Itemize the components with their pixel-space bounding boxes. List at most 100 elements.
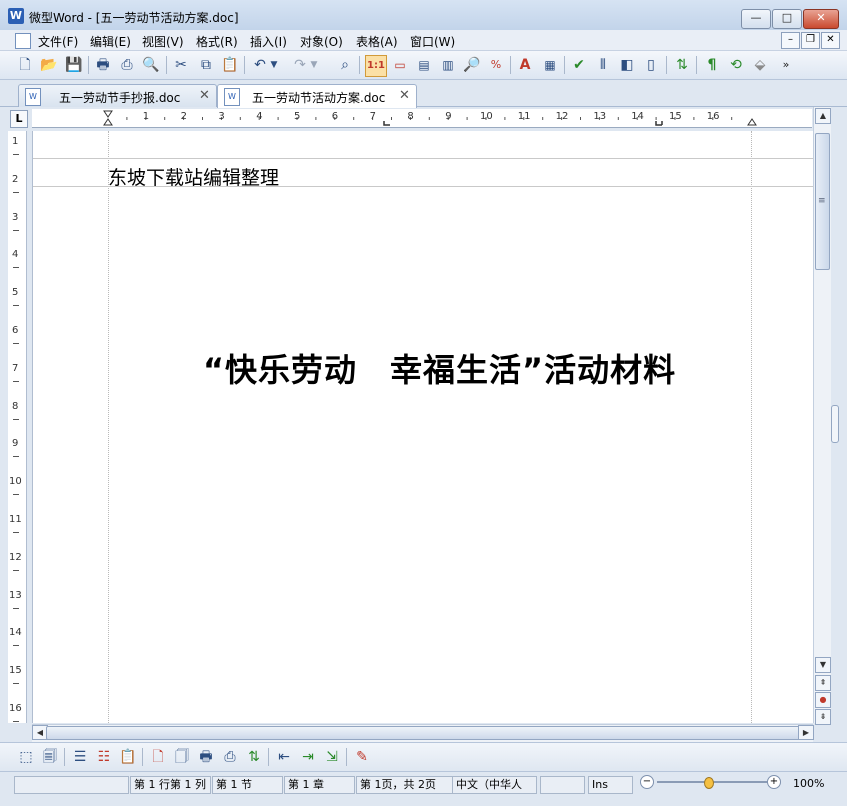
ruler-tick xyxy=(13,229,19,231)
menu-view[interactable]: 视图(V) xyxy=(142,33,184,50)
ruler-number: 9 xyxy=(445,111,452,122)
next-page-button[interactable]: ⇟ xyxy=(815,709,831,725)
tab-document-1[interactable]: W 五一劳动节手抄报.doc ✕ xyxy=(18,84,217,107)
status-section: 第 1 节 xyxy=(212,776,283,794)
status-page: 第 1页，共 2页 xyxy=(356,776,453,794)
splitter-handle[interactable] xyxy=(831,405,839,443)
ruler-tick xyxy=(13,607,19,609)
tab-label: 五一劳动节活动方案.doc xyxy=(252,91,386,105)
cut-icon[interactable]: ✂ xyxy=(171,55,191,75)
mdi-minimize-button[interactable]: – xyxy=(781,32,800,49)
menu-file[interactable]: 文件(F) xyxy=(38,33,78,50)
tab-stop-marker xyxy=(655,121,663,126)
insert-page-number-icon[interactable]: 🗍 xyxy=(172,747,192,767)
maximize-button[interactable]: □ xyxy=(772,9,802,29)
undo-icon[interactable]: ↶ xyxy=(250,55,270,75)
text-box-icon[interactable]: ▯ xyxy=(641,55,661,75)
zoom-in-button[interactable]: + xyxy=(767,775,781,789)
ruler-tick xyxy=(13,418,19,420)
tab-stop-selector[interactable]: L xyxy=(10,110,28,128)
redo-dropdown-icon[interactable]: ▼ xyxy=(308,55,320,75)
vertical-ruler[interactable]: 1 2 3 4 5 6 7 8 9 10 11 12 13 14 15 16 xyxy=(8,131,27,723)
insert-page-icon[interactable]: 🗋 xyxy=(148,747,168,767)
scroll-up-button[interactable]: ▲ xyxy=(815,108,831,124)
status-insert-mode[interactable]: Ins xyxy=(588,776,633,794)
ruler-number: 13 xyxy=(593,111,607,122)
page-setup-icon[interactable]: 🗐 xyxy=(40,747,60,767)
close-window-button[interactable]: ✕ xyxy=(803,9,839,29)
export-pdf-icon[interactable]: ⎙ xyxy=(117,55,137,75)
open-folder-icon[interactable]: 📂 xyxy=(39,55,59,75)
menu-object[interactable]: 对象(O) xyxy=(300,33,343,50)
word-app-icon[interactable]: W xyxy=(8,8,24,24)
ruler-number: 6 xyxy=(12,325,19,336)
paragraph-format-icon[interactable]: ▦ xyxy=(540,55,560,75)
ruler-tick xyxy=(13,683,19,685)
font-color-icon[interactable]: A xyxy=(515,55,535,75)
save-icon[interactable]: 💾 xyxy=(64,55,84,75)
find-binoculars-icon[interactable]: ⌕ xyxy=(335,55,355,75)
print-page-icon[interactable]: 🖶 xyxy=(196,747,216,767)
menu-edit[interactable]: 编辑(E) xyxy=(90,33,131,50)
menu-insert[interactable]: 插入(I) xyxy=(250,33,287,50)
whole-page-icon[interactable]: ▤ xyxy=(414,55,434,75)
go-next-icon[interactable]: ⇥ xyxy=(298,747,318,767)
zoom-percent-icon[interactable]: % xyxy=(486,55,506,75)
columns-icon[interactable]: ⫴ xyxy=(593,55,613,75)
numbered-list-icon[interactable]: ☷ xyxy=(94,747,114,767)
select-object-icon[interactable]: ⬚ xyxy=(16,747,36,767)
horizontal-scroll-thumb[interactable] xyxy=(46,726,800,740)
shadow-icon[interactable]: ◧ xyxy=(617,55,637,75)
mdi-restore-button[interactable]: ❐ xyxy=(801,32,820,49)
print-preview-icon[interactable]: 🔍 xyxy=(141,55,161,75)
convert-icon[interactable]: ⇅ xyxy=(672,55,692,75)
menu-format[interactable]: 格式(R) xyxy=(196,33,238,50)
scroll-right-button[interactable]: ▶ xyxy=(798,725,814,740)
minimize-button[interactable]: — xyxy=(741,9,771,29)
print-icon[interactable]: 🖶 xyxy=(93,55,113,75)
undo-dropdown-icon[interactable]: ▼ xyxy=(268,55,280,75)
sync-icon[interactable]: ⇅ xyxy=(244,747,264,767)
layers-icon[interactable]: ⬙ xyxy=(750,55,770,75)
zoom-out-button[interactable]: − xyxy=(640,775,654,789)
mdi-close-button[interactable]: ✕ xyxy=(821,32,840,49)
actual-size-icon[interactable]: 1:1 xyxy=(365,55,387,77)
select-browse-object-button[interactable]: ● xyxy=(815,692,831,708)
tab-close-icon[interactable]: ✕ xyxy=(399,88,410,103)
menu-window[interactable]: 窗口(W) xyxy=(410,33,455,50)
paste-icon[interactable]: 📋 xyxy=(220,55,240,75)
go-end-icon[interactable]: ⇲ xyxy=(322,747,342,767)
zoom-slider-knob[interactable] xyxy=(704,777,714,789)
horizontal-ruler[interactable]: 1 2 3 4 5 6 7 8 9 10 11 12 13 14 15 16 xyxy=(32,109,812,128)
list-icon[interactable]: ☰ xyxy=(70,747,90,767)
redo-icon[interactable]: ↷ xyxy=(290,55,310,75)
spell-check-icon[interactable]: ✔ xyxy=(569,55,589,75)
toolbar-separator xyxy=(244,56,245,74)
ruler-tick xyxy=(13,343,19,344)
show-marks-icon[interactable]: ¶ xyxy=(702,55,722,75)
ruler-tick xyxy=(13,154,19,155)
toolbar-overflow-icon[interactable]: » xyxy=(776,55,796,75)
two-pages-icon[interactable]: ▥ xyxy=(438,55,458,75)
page-width-icon[interactable]: ▭ xyxy=(390,55,410,75)
tab-document-2[interactable]: W 五一劳动节活动方案.doc ✕ xyxy=(217,84,417,108)
edit-document-icon[interactable]: ✎ xyxy=(352,747,372,767)
track-changes-icon[interactable]: ⟲ xyxy=(726,55,746,75)
ruler-number: 14 xyxy=(9,627,22,639)
go-previous-icon[interactable]: ⇤ xyxy=(274,747,294,767)
new-document-icon[interactable]: 🗋 xyxy=(15,55,35,75)
zoom-icon[interactable]: 🔎 xyxy=(462,55,482,75)
ruler-number: 7 xyxy=(12,362,19,374)
clipboard-list-icon[interactable]: 📋 xyxy=(118,747,138,767)
page-header-text[interactable]: 东坡下载站编辑整理 xyxy=(108,163,279,190)
ruler-number: 14 xyxy=(631,111,644,122)
previous-page-button[interactable]: ⇞ xyxy=(815,675,831,691)
copy-icon[interactable]: ⧉ xyxy=(196,55,216,75)
printer-settings-icon[interactable]: ⎙ xyxy=(220,747,240,767)
document-page[interactable] xyxy=(32,131,814,723)
document-title[interactable]: “快乐劳动 幸福生活”活动材料 xyxy=(203,345,676,391)
tab-close-icon[interactable]: ✕ xyxy=(199,88,210,103)
menu-table[interactable]: 表格(A) xyxy=(356,33,398,50)
ruler-tick xyxy=(13,494,19,496)
scroll-down-button[interactable]: ▼ xyxy=(815,657,831,673)
